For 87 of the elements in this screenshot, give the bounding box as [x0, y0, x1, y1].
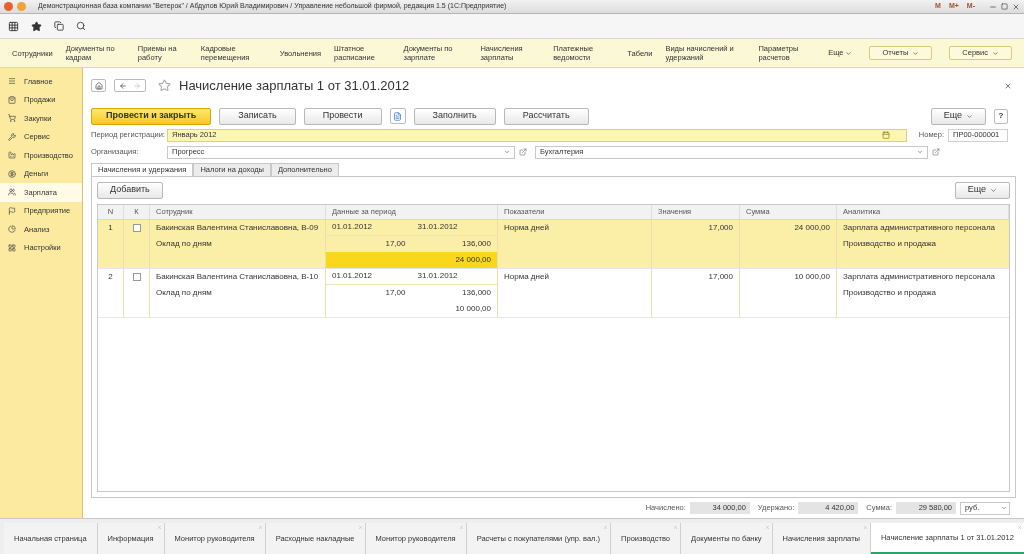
- table-cell-text: 10 000,00: [454, 302, 492, 315]
- close-tab-icon[interactable]: [764, 525, 770, 530]
- table-cell-text: 17,000: [707, 270, 734, 283]
- caret-icon: [990, 186, 997, 194]
- cart-icon: [8, 114, 16, 123]
- pie-chart-icon: [8, 225, 16, 234]
- close-tab-icon[interactable]: [357, 525, 363, 530]
- people-icon: [8, 188, 16, 197]
- caret-icon: [845, 49, 853, 57]
- table-cell-text: 17,00: [384, 286, 407, 299]
- wrench-icon: [8, 132, 16, 141]
- table-cell-text: 1: [107, 221, 114, 234]
- menu-icon: [8, 77, 16, 86]
- open-icon[interactable]: [932, 148, 940, 156]
- close-tab-icon[interactable]: [458, 525, 464, 530]
- table-cell-text: Производство и продажа: [842, 286, 938, 299]
- toolbar-button[interactable]: Провести: [303, 107, 382, 125]
- table-cell-text: Норма дней: [503, 270, 550, 283]
- table-cell-text: 2: [107, 270, 114, 283]
- caret-icon: [992, 49, 999, 57]
- forward-arrow-icon[interactable]: [133, 81, 141, 90]
- document-button[interactable]: [389, 108, 406, 124]
- caret-icon: [912, 49, 920, 57]
- table-cell-text: 136,000: [461, 286, 492, 299]
- caret-icon: [504, 149, 510, 155]
- toolbar-button[interactable]: Заполнить: [413, 107, 496, 125]
- app-logo-icon: [4, 2, 13, 11]
- close-tab-icon[interactable]: [673, 525, 678, 530]
- back-arrow-icon[interactable]: [119, 81, 127, 90]
- search-icon[interactable]: [76, 21, 86, 31]
- home-button[interactable]: [91, 79, 106, 93]
- caret-icon: [966, 112, 973, 120]
- bag-icon: [8, 95, 16, 104]
- factory-icon: [8, 151, 16, 160]
- table-cell: 01.01.2012: [326, 268, 412, 285]
- close-tab-icon[interactable]: [603, 525, 609, 530]
- form-title: Начисление зарплаты 1 от 31.01.2012: [179, 77, 410, 95]
- close-tab-icon[interactable]: [257, 525, 263, 530]
- open-icon[interactable]: [519, 148, 527, 156]
- table-more-button[interactable]: Еще: [954, 181, 1010, 199]
- table-cell-text: Бакинская Валентина Станиславовна, В-10: [155, 270, 320, 283]
- add-button[interactable]: Добавить: [97, 181, 163, 199]
- caret-icon: [917, 149, 923, 155]
- table-cell: 24 000,00: [326, 251, 497, 268]
- table-cell-text: Бакинская Валентина Станиславовна, В-09: [155, 221, 320, 234]
- checkbox[interactable]: [132, 223, 141, 232]
- flag-icon: [8, 206, 16, 215]
- table-cell-text: Зарплата административного персонала: [842, 221, 997, 234]
- table-cell-text: Оклад по дням: [155, 286, 213, 299]
- table-cell-text: 24 000,00: [793, 221, 831, 234]
- calendar-icon[interactable]: [881, 131, 890, 139]
- history-icon[interactable]: [54, 21, 64, 31]
- table-cell: 01.01.2012: [326, 219, 412, 236]
- table-cell-text: 17,00: [384, 237, 407, 250]
- home-icon: [94, 81, 103, 90]
- app-menu-icon[interactable]: [17, 2, 26, 11]
- close-tab-icon[interactable]: [1016, 525, 1022, 530]
- close-tab-icon[interactable]: [156, 525, 162, 530]
- star-icon[interactable]: [158, 79, 171, 93]
- table-cell-text: Оклад по дням: [155, 237, 213, 250]
- star-icon[interactable]: [31, 20, 42, 32]
- table-cell-text: Зарплата административного персонала: [842, 270, 997, 283]
- document-icon: [393, 111, 403, 121]
- apps-grid-icon[interactable]: [8, 20, 19, 32]
- table-cell-text: 136,000: [461, 237, 492, 250]
- grid-icon: [8, 243, 16, 252]
- maximize-icon[interactable]: [1001, 3, 1008, 10]
- close-icon[interactable]: [1004, 81, 1012, 90]
- table-cell-text: 10 000,00: [793, 270, 831, 283]
- table-row[interactable]: 2 Бакинская Валентина Станиславовна, В-10 Оклад по дням 01.01.2012 31.01.2012 17,00 136,000 10 000,00 Норма дней 17,000 10 000,00 Зарплата административного персонала Производство и продажа: [98, 268, 1009, 318]
- table-cell: 31.01.2012: [411, 268, 497, 285]
- toolbar-button[interactable]: Записать: [219, 107, 296, 125]
- checkbox[interactable]: [132, 272, 141, 281]
- table-cell-text: Норма дней: [503, 221, 550, 234]
- post-and-close-button[interactable]: Провести и закрыть: [91, 107, 212, 125]
- table-cell: 31.01.2012: [411, 219, 497, 236]
- close-tab-icon[interactable]: [862, 525, 868, 530]
- table-cell-text: Производство и продажа: [842, 237, 938, 250]
- table-cell-text: 17,000: [707, 221, 734, 234]
- table-row[interactable]: 1 Бакинская Валентина Станиславовна, В-09 Оклад по дням 01.01.2012 31.01.2012 17,00 136,000 24 000,00 Норма дней 17,000 24 000,00 Зарплата административного персонала Производство и продажа: [98, 219, 1009, 269]
- help-button[interactable]: ?: [994, 108, 1008, 124]
- close-icon[interactable]: [1012, 2, 1020, 11]
- caret-icon: [1001, 505, 1007, 511]
- coin-icon: [8, 169, 16, 178]
- nav-buttons[interactable]: [114, 79, 146, 93]
- toolbar-button[interactable]: Рассчитать: [503, 107, 589, 125]
- more-button[interactable]: Еще: [930, 107, 986, 125]
